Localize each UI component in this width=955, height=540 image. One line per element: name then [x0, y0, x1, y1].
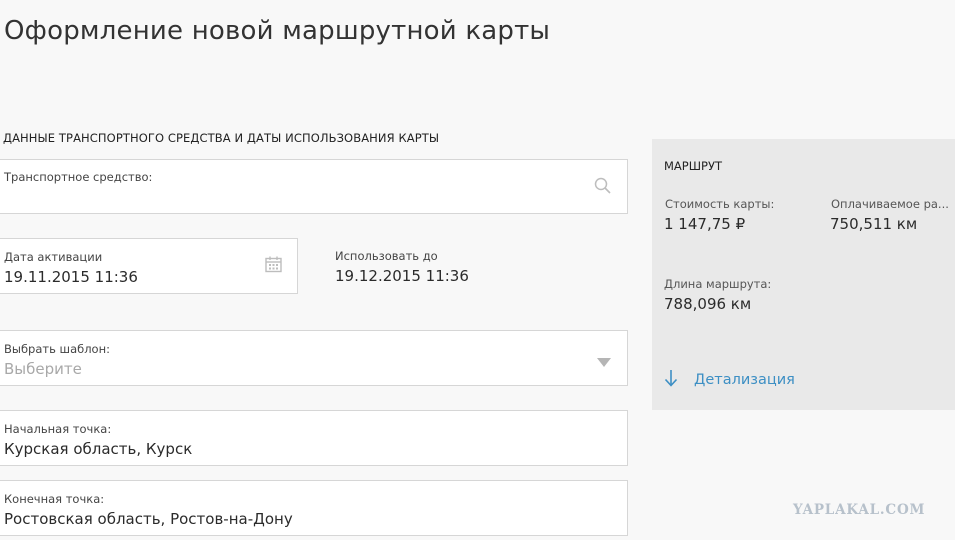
activation-date-field[interactable]: Дата активации 19.11.2015 11:36 [0, 238, 298, 294]
activation-date-label: Дата активации [4, 250, 103, 264]
section-title: ДАННЫЕ ТРАНСПОРТНОГО СРЕДСТВА И ДАТЫ ИСП… [3, 131, 440, 145]
valid-until-label: Использовать до [335, 249, 438, 263]
chevron-down-icon[interactable] [597, 352, 611, 371]
start-point-field[interactable]: Начальная точка: Курская область, Курск [0, 410, 628, 466]
route-length-value: 788,096 км [664, 295, 752, 313]
activation-date-value: 19.11.2015 11:36 [4, 268, 138, 286]
end-point-label: Конечная точка: [4, 492, 105, 506]
vehicle-field[interactable]: Транспортное средство: [0, 159, 628, 214]
card-cost-label: Стоимость карты: [665, 197, 775, 211]
vehicle-label: Транспортное средство: [4, 170, 153, 184]
paid-distance-value: 750,511 км [830, 215, 918, 233]
end-point-value: Ростовская область, Ростов-на-Дону [4, 510, 293, 528]
start-point-label: Начальная точка: [4, 422, 112, 436]
template-label: Выбрать шаблон: [4, 342, 110, 356]
template-placeholder: Выберите [4, 360, 82, 378]
card-cost-value: 1 147,75 ₽ [664, 215, 746, 233]
arrow-down-icon [664, 369, 678, 391]
paid-distance-label: Оплачиваемое ра... [831, 197, 949, 211]
route-summary-panel: МАРШРУТ Стоимость карты: 1 147,75 ₽ Опла… [652, 139, 955, 410]
route-heading: МАРШРУТ [664, 159, 722, 173]
valid-until-value: 19.12.2015 11:36 [335, 267, 469, 285]
template-select[interactable]: Выбрать шаблон: Выберите [0, 330, 628, 386]
details-link[interactable]: Детализация [664, 369, 795, 391]
details-link-label: Детализация [694, 372, 795, 388]
page-title: Оформление новой маршрутной карты [4, 16, 551, 46]
search-icon[interactable] [594, 177, 612, 199]
route-length-label: Длина маршрута: [664, 277, 772, 291]
end-point-field[interactable]: Конечная точка: Ростовская область, Рост… [0, 480, 628, 536]
start-point-value: Курская область, Курск [4, 440, 193, 458]
watermark: YAPLAKAL.COM [793, 502, 926, 518]
calendar-icon[interactable] [265, 256, 282, 277]
